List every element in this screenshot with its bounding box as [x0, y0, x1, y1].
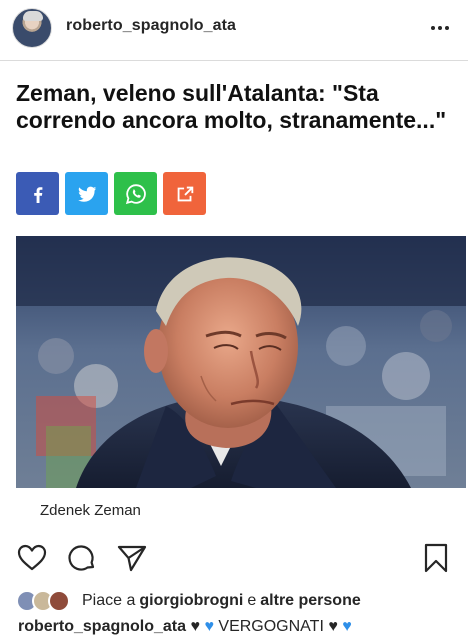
- twitter-share-button[interactable]: [65, 172, 108, 215]
- likes-summary[interactable]: Piace a giorgiobrogni e altre persone: [16, 588, 365, 614]
- likes-others[interactable]: altre persone: [260, 592, 360, 610]
- share-icon: [177, 186, 193, 201]
- facebook-share-button[interactable]: [16, 172, 59, 215]
- post-header: roberto_spagnolo_ata: [0, 0, 468, 58]
- comment-icon: [68, 545, 95, 571]
- facebook-icon: [33, 186, 42, 203]
- caption-text: VERGOGNATI: [218, 618, 324, 635]
- twitter-icon: [77, 186, 96, 202]
- article-photo[interactable]: [16, 236, 466, 488]
- post-username[interactable]: roberto_spagnolo_ata: [66, 17, 236, 35]
- header-divider: [0, 60, 468, 61]
- article-headline: Zeman, veleno sull'Atalanta: "Sta corren…: [16, 80, 447, 133]
- liker-username[interactable]: giorgiobrogni: [139, 592, 243, 610]
- caption-username[interactable]: roberto_spagnolo_ata: [18, 618, 186, 635]
- likes-connector: e: [247, 592, 257, 609]
- comment-button[interactable]: [66, 542, 98, 574]
- blue-heart-icon: ♥: [204, 618, 214, 635]
- share-buttons: [16, 172, 206, 215]
- send-icon: [117, 545, 147, 572]
- portrait-image: [16, 236, 466, 488]
- liker-avatar: [48, 590, 70, 612]
- liker-avatars: [16, 590, 74, 612]
- generic-share-button[interactable]: [163, 172, 206, 215]
- like-button[interactable]: [16, 542, 48, 574]
- save-button[interactable]: [420, 542, 452, 574]
- likes-prefix: Piace a: [82, 592, 136, 609]
- whatsapp-icon: [125, 183, 146, 204]
- profile-avatar[interactable]: [12, 8, 52, 48]
- heart-icon: [17, 544, 47, 571]
- black-heart-icon: ♥: [328, 618, 338, 635]
- more-horizontal-icon[interactable]: [428, 20, 452, 36]
- photo-caption: Zdenek Zeman: [40, 502, 141, 519]
- post-caption: roberto_spagnolo_ata ♥ ♥ VERGOGNATI ♥ ♥: [18, 618, 352, 636]
- bookmark-icon: [424, 543, 448, 573]
- whatsapp-share-button[interactable]: [114, 172, 157, 215]
- post-actions: [0, 536, 468, 580]
- black-heart-icon: ♥: [190, 618, 200, 635]
- send-button[interactable]: [116, 542, 148, 574]
- blue-heart-icon: ♥: [342, 618, 352, 635]
